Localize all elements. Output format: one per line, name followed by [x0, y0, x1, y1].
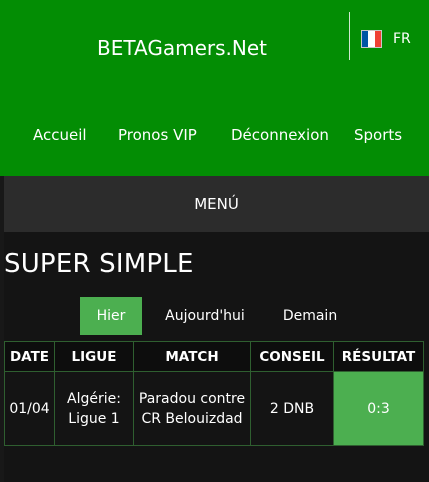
column-header-match: MATCH [133, 341, 251, 372]
language-label: FR [393, 31, 411, 47]
cell-result: 0:3 [333, 371, 424, 446]
column-header-league: LIGUE [54, 341, 134, 372]
section-title: SUPER SIMPLE [4, 249, 194, 279]
tab-demain[interactable]: Demain [268, 297, 352, 335]
nav-sports[interactable]: Sports [354, 126, 402, 144]
column-header-date: DATE [4, 341, 55, 372]
flag-stripe-red [374, 31, 381, 47]
nav-accueil[interactable]: Accueil [33, 126, 87, 144]
cell-league: Algérie: Ligue 1 [54, 371, 134, 446]
cell-advice: 2 DNB [250, 371, 334, 446]
table-header-row: DATE LIGUE MATCH CONSEIL RÉSULTAT [4, 341, 424, 372]
tab-hier[interactable]: Hier [80, 297, 142, 335]
french-flag-icon [361, 30, 382, 48]
column-header-result: RÉSULTAT [333, 341, 424, 372]
table-row: 01/04 Algérie: Ligue 1 Paradou contre CR… [4, 371, 424, 446]
column-header-advice: CONSEIL [250, 341, 334, 372]
cell-date: 01/04 [4, 371, 55, 446]
nav-pronos-vip[interactable]: Pronos VIP [118, 126, 197, 144]
cell-match: Paradou contre CR Belouizdad [133, 371, 251, 446]
main-nav: Accueil Pronos VIP Déconnexion Sports [0, 126, 429, 146]
tab-aujourdhui[interactable]: Aujourd'hui [150, 297, 260, 335]
menu-label: MENÚ [194, 195, 239, 213]
header-divider [349, 12, 350, 60]
site-header: BETAGamers.Net FR Accueil Pronos VIP Déc… [0, 0, 429, 176]
nav-deconnexion[interactable]: Déconnexion [231, 126, 329, 144]
language-selector[interactable]: FR [361, 29, 411, 49]
main-content: SUPER SIMPLE Hier Aujourd'hui Demain DAT… [4, 232, 429, 482]
site-title[interactable]: BETAGamers.Net [0, 36, 364, 60]
menu-toggle-button[interactable]: MENÚ [4, 176, 429, 232]
predictions-table: DATE LIGUE MATCH CONSEIL RÉSULTAT 01/04 … [4, 341, 424, 446]
